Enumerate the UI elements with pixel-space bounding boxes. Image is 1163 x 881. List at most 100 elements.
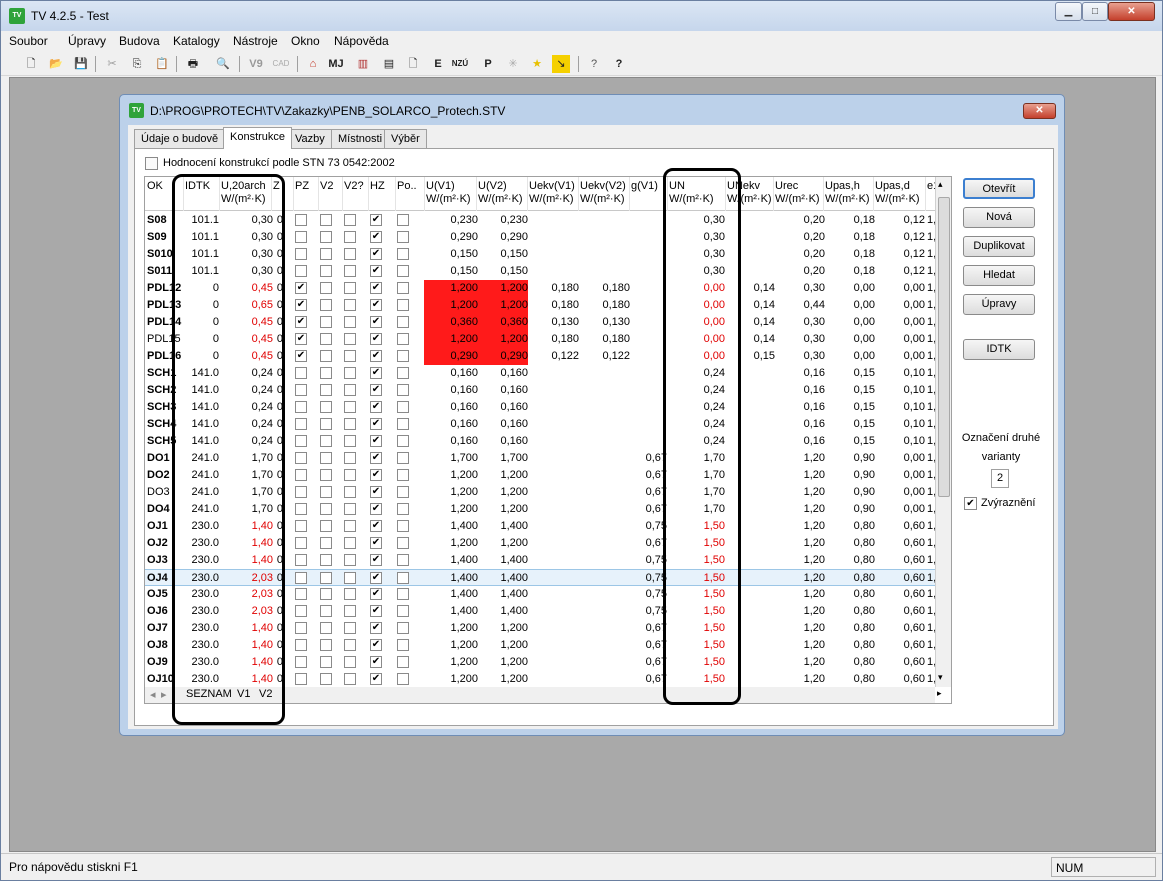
v2q-checkbox[interactable] bbox=[344, 435, 356, 447]
v2-checkbox[interactable] bbox=[320, 605, 332, 617]
v2-checkbox[interactable] bbox=[320, 384, 332, 396]
cell-g[interactable]: 0,67 bbox=[631, 452, 667, 465]
column-divider[interactable] bbox=[527, 177, 528, 211]
vertical-scrollbar[interactable]: ▴ ▾ bbox=[935, 177, 951, 687]
hz-checkbox[interactable]: ✔ bbox=[370, 656, 382, 668]
cell-upd[interactable]: 0,12 bbox=[875, 214, 925, 227]
cell-uv1[interactable]: 0,160 bbox=[426, 367, 478, 380]
cell-uv2[interactable]: 0,230 bbox=[478, 214, 528, 227]
pz-checkbox[interactable] bbox=[295, 520, 307, 532]
cell-urec[interactable]: 1,20 bbox=[775, 452, 825, 465]
po-checkbox[interactable] bbox=[397, 572, 409, 584]
nova-button[interactable]: Nová bbox=[963, 207, 1035, 228]
cell-e1[interactable]: 1,0 bbox=[927, 605, 935, 618]
page-icon[interactable]: 🗋 bbox=[404, 55, 422, 73]
minimize-button[interactable]: ▁ bbox=[1055, 2, 1082, 21]
cell-urec[interactable]: 1,20 bbox=[775, 673, 825, 686]
cell-e1[interactable]: 1,0 bbox=[927, 656, 935, 669]
v2q-checkbox[interactable] bbox=[344, 248, 356, 260]
cell-upd[interactable]: 0,60 bbox=[875, 537, 925, 550]
cell-uph[interactable]: 0,80 bbox=[825, 605, 875, 618]
po-checkbox[interactable] bbox=[397, 367, 409, 379]
cell-urec[interactable]: 0,44 bbox=[775, 299, 825, 312]
v2-checkbox[interactable] bbox=[320, 554, 332, 566]
cell-uph[interactable]: 0,18 bbox=[825, 248, 875, 261]
cell-uv2[interactable]: 1,400 bbox=[478, 605, 528, 618]
cell-uv2[interactable]: 1,200 bbox=[478, 537, 528, 550]
cell-e1[interactable]: 1,0 bbox=[927, 384, 935, 397]
po-checkbox[interactable] bbox=[397, 486, 409, 498]
v2-checkbox[interactable] bbox=[320, 214, 332, 226]
column-divider[interactable] bbox=[368, 177, 369, 211]
column-divider[interactable] bbox=[424, 177, 425, 211]
column-header-upd[interactable]: Upas,d W/(m²·K) bbox=[875, 180, 929, 206]
cell-uv1[interactable]: 0,230 bbox=[426, 214, 478, 227]
po-checkbox[interactable] bbox=[397, 384, 409, 396]
cell-uv1[interactable]: 1,400 bbox=[426, 554, 478, 567]
cell-uv1[interactable]: 1,400 bbox=[426, 520, 478, 533]
po-checkbox[interactable] bbox=[397, 265, 409, 277]
cell-upd[interactable]: 0,10 bbox=[875, 384, 925, 397]
cell-urec[interactable]: 1,20 bbox=[775, 469, 825, 482]
v2q-checkbox[interactable] bbox=[344, 622, 356, 634]
cell-uph[interactable]: 0,15 bbox=[825, 418, 875, 431]
cell-upd[interactable]: 0,12 bbox=[875, 248, 925, 261]
cell-g[interactable]: 0,67 bbox=[631, 469, 667, 482]
cell-e1[interactable]: 1,0 bbox=[927, 486, 935, 499]
radiator-icon[interactable]: ▤ bbox=[380, 55, 398, 73]
pz-checkbox[interactable] bbox=[295, 572, 307, 584]
cell-uv2[interactable]: 1,200 bbox=[478, 639, 528, 652]
cell-uv2[interactable]: 0,290 bbox=[478, 348, 528, 365]
column-divider[interactable] bbox=[318, 177, 319, 211]
tab-konstrukce[interactable]: Konstrukce bbox=[223, 127, 293, 149]
scroll-right-icon[interactable]: ▸ bbox=[937, 688, 942, 699]
cell-e1[interactable]: 1,0 bbox=[927, 299, 935, 312]
cell-uph[interactable]: 0,00 bbox=[825, 282, 875, 295]
pz-checkbox[interactable] bbox=[295, 214, 307, 226]
cell-g[interactable]: 0,67 bbox=[631, 639, 667, 652]
column-header-v2[interactable]: V2 bbox=[320, 180, 340, 193]
title-bar[interactable]: TV TV 4.2.5 - Test ▁ □ ✕ bbox=[1, 1, 1162, 31]
sun-icon[interactable]: ✳ bbox=[504, 55, 522, 73]
column-divider[interactable] bbox=[629, 177, 630, 211]
cell-ue1[interactable]: 0,180 bbox=[529, 333, 579, 346]
hz-checkbox[interactable]: ✔ bbox=[370, 520, 382, 532]
po-checkbox[interactable] bbox=[397, 299, 409, 311]
cell-g[interactable]: 0,75 bbox=[631, 572, 667, 585]
sheet-scroll-right-icon[interactable]: ▸ bbox=[161, 688, 167, 701]
cell-e1[interactable]: 1,0 bbox=[927, 333, 935, 346]
cell-uph[interactable]: 0,15 bbox=[825, 435, 875, 448]
cell-urec[interactable]: 1,20 bbox=[775, 554, 825, 567]
pz-checkbox[interactable] bbox=[295, 435, 307, 447]
cell-uv1[interactable]: 1,200 bbox=[426, 486, 478, 499]
v9-icon[interactable]: V9 bbox=[247, 55, 265, 73]
cell-upd[interactable]: 0,12 bbox=[875, 231, 925, 244]
cell-upd[interactable]: 0,60 bbox=[875, 588, 925, 601]
v2-checkbox[interactable] bbox=[320, 452, 332, 464]
v2-checkbox[interactable] bbox=[320, 316, 332, 328]
pz-checkbox[interactable] bbox=[295, 622, 307, 634]
pz-checkbox[interactable]: ✔ bbox=[295, 333, 307, 345]
hz-checkbox[interactable]: ✔ bbox=[370, 537, 382, 549]
cell-g[interactable]: 0,67 bbox=[631, 622, 667, 635]
po-checkbox[interactable] bbox=[397, 214, 409, 226]
pz-checkbox[interactable] bbox=[295, 265, 307, 277]
cell-upd[interactable]: 0,10 bbox=[875, 418, 925, 431]
pz-checkbox[interactable]: ✔ bbox=[295, 316, 307, 328]
cell-e1[interactable]: 1,0 bbox=[927, 350, 935, 363]
v2q-checkbox[interactable] bbox=[344, 605, 356, 617]
po-checkbox[interactable] bbox=[397, 418, 409, 430]
cell-uv1[interactable]: 1,200 bbox=[426, 622, 478, 635]
po-checkbox[interactable] bbox=[397, 316, 409, 328]
cell-uph[interactable]: 0,80 bbox=[825, 537, 875, 550]
v2q-checkbox[interactable] bbox=[344, 520, 356, 532]
print-icon[interactable]: 🖶 bbox=[184, 55, 202, 73]
cell-uv1[interactable]: 1,200 bbox=[424, 280, 478, 297]
sheet-scroll-left-icon[interactable]: ◂ bbox=[150, 688, 156, 701]
po-checkbox[interactable] bbox=[397, 605, 409, 617]
menu-nastroje[interactable]: Nástroje bbox=[233, 34, 278, 48]
cell-uv1[interactable]: 0,290 bbox=[424, 348, 478, 365]
v2-checkbox[interactable] bbox=[320, 503, 332, 515]
document-close-button[interactable]: ✕ bbox=[1023, 103, 1056, 119]
cell-uv2[interactable]: 0,160 bbox=[478, 367, 528, 380]
